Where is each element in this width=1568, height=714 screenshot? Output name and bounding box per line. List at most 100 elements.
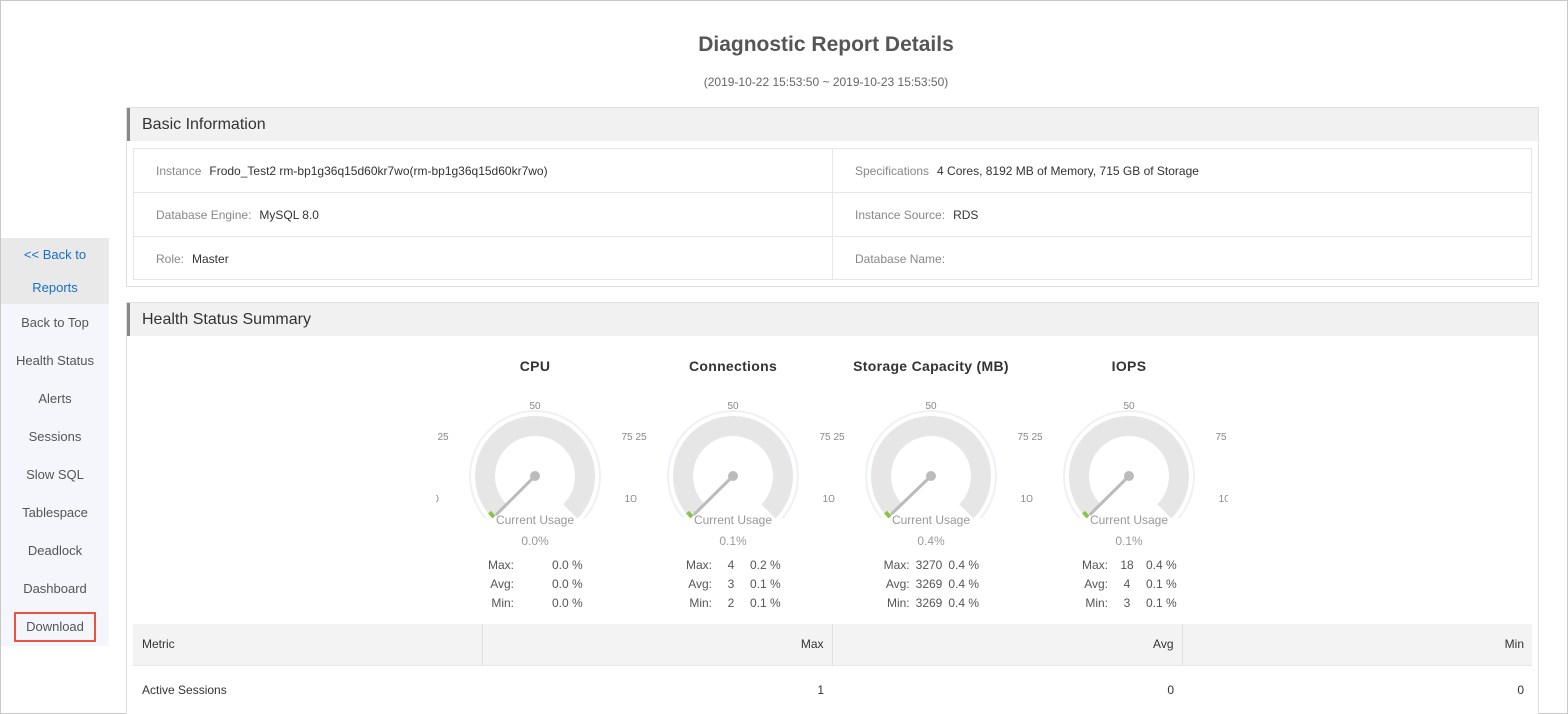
back-link-line2: Reports	[32, 280, 78, 295]
gauge-stat-max: Max: 0.0 %	[436, 556, 634, 575]
gauge-iops: IOPS Current Usage 0.1% Max: 18 0.4 % Avg:…	[1030, 358, 1228, 618]
column-header-min: Min	[1182, 624, 1532, 666]
metric-avg-cell: 0	[1167, 683, 1174, 698]
stat-label: Max:	[685, 558, 712, 572]
sidebar-item-alerts[interactable]: Alerts	[1, 380, 109, 418]
gauge-stats: Max: 18 0.4 % Avg: 4 0.1 % Min: 3 0.1 %	[1030, 556, 1228, 613]
stat-percent: 0.1 %	[1146, 596, 1177, 610]
metrics-table: Metric Max Avg Min Active Sessions 1 0 0	[133, 624, 1532, 714]
basic-information-grid: Instance Frodo_Test2 rm-bp1g36q15d60kr7wo…	[133, 148, 1532, 280]
health-status-header: Health Status Summary	[127, 303, 1538, 336]
report-time-range: (2019-10-22 15:53:50 ~ 2019-10-23 15:53:…	[703, 75, 949, 89]
gauge-hub	[728, 471, 738, 481]
gauge-stats: Max: 0.0 % Avg: 0.0 % Min: 0.0 %	[436, 556, 634, 613]
sidebar-item-back-to-top[interactable]: Back to Top	[1, 304, 109, 342]
specifications-label: Specifications	[855, 164, 930, 178]
role-field: Role: Master	[134, 237, 229, 281]
gauge-scale-label: 0	[832, 494, 835, 505]
stat-value	[520, 556, 546, 575]
gauge-connections: Connections Current Usage 0.1% Max: 4 0.2 …	[634, 358, 832, 618]
instance-label: Instance	[156, 164, 202, 178]
gauge-current-value: 0.4%	[917, 534, 945, 548]
metric-min-cell: 0	[1517, 683, 1524, 698]
role-value: Master	[192, 252, 229, 266]
gauge-needle	[495, 474, 537, 516]
back-to-reports-link[interactable]: << Back to Reports	[1, 238, 109, 304]
stat-value: 2	[727, 596, 735, 610]
role-label: Role:	[156, 252, 185, 266]
gauge-needle	[693, 474, 735, 516]
column-header-avg: Avg	[832, 624, 1183, 666]
gauge-scale-label: 100	[823, 494, 832, 505]
gauge-title: Connections	[688, 358, 778, 374]
table-header-row: Metric Max Avg Min	[133, 624, 1532, 666]
gauge-current-value: 0.0%	[521, 534, 549, 548]
stat-percent: 0.1 %	[1146, 577, 1177, 591]
stat-label: Min:	[1085, 596, 1108, 610]
gauge-band	[475, 415, 595, 518]
gauge-stats: Max: 4 0.2 % Avg: 3 0.1 % Min: 2 0.1 %	[634, 556, 832, 613]
stat-label: Min:	[886, 596, 910, 610]
sidebar-item-dashboard[interactable]: Dashboard	[1, 570, 109, 608]
gauge-dial: 0 25 50 75 100	[634, 401, 832, 518]
gauge-stat-min: Min: 0.0 %	[436, 594, 634, 613]
stat-value: 3269	[915, 577, 943, 591]
database-engine-label: Database Engine:	[156, 208, 252, 222]
gauge-stat-max: Max: 4 0.2 %	[634, 556, 832, 575]
sidebar-item-health-status[interactable]: Health Status	[1, 342, 109, 380]
gauge-stat-max: Max: 18 0.4 %	[1030, 556, 1228, 575]
stat-percent: 0.0 %	[552, 596, 583, 610]
gauge-scale-label: 25	[437, 432, 449, 443]
sidebar-item-tablespace[interactable]: Tablespace	[1, 494, 109, 532]
gauge-needle	[890, 474, 933, 515]
stat-label: Max:	[487, 558, 514, 572]
gauge-needle	[1089, 474, 1131, 516]
stat-label: Min:	[491, 596, 514, 610]
gauge-scale-label: 50	[1123, 401, 1135, 412]
gauge-scale-label: 25	[833, 432, 845, 443]
gauge-scale-label: 100	[625, 494, 634, 505]
metric-max-cell: 1	[817, 683, 824, 698]
gauge-scale-label: 25	[635, 432, 647, 443]
specifications-value: 4 Cores, 8192 MB of Memory, 715 GB of St…	[937, 164, 1199, 178]
stat-value: 3269	[915, 596, 943, 610]
sidebar-nav: << Back to Reports Back to Top Health St…	[1, 238, 109, 646]
stat-percent: 0.1 %	[750, 596, 781, 610]
stat-percent: 0.1 %	[750, 577, 781, 591]
gauge-scale-label: 75	[1017, 432, 1029, 443]
gauge-hub	[1124, 471, 1134, 481]
back-link-line1: << Back to	[23, 247, 87, 262]
page-title: Diagnostic Report Details	[698, 33, 954, 56]
specifications-field: Specifications 4 Cores, 8192 MB of Memory…	[833, 149, 1199, 193]
gauge-stat-min: Min: 2 0.1 %	[634, 594, 832, 613]
gauge-hub	[926, 471, 936, 481]
gauge-storage-capacity: Storage Capacity (MB) Current Usage 0.4%…	[832, 358, 1030, 618]
stat-label: Avg:	[885, 577, 910, 591]
gauge-scale-label: 75	[819, 432, 831, 443]
health-status-section: Health Status Summary CPU Current Usage …	[126, 302, 1539, 714]
gauge-dial: 0 25 50 75 100	[832, 401, 1030, 518]
gauge-scale-label: 25	[1031, 432, 1043, 443]
stat-value: 4	[727, 558, 735, 572]
sidebar-item-slow-sql[interactable]: Slow SQL	[1, 456, 109, 494]
sidebar-item-deadlock[interactable]: Deadlock	[1, 532, 109, 570]
stat-value	[520, 594, 546, 613]
basic-information-section: Basic Information Instance Frodo_Test2 rm…	[126, 107, 1539, 287]
gauge-scale-label: 0	[634, 494, 637, 505]
gauge-stats: Max: 3270 0.4 % Avg: 3269 0.4 % Min: 3269 0.4 …	[832, 556, 1030, 613]
gauge-stat-avg: Avg: 0.0 %	[436, 575, 634, 594]
gauge-current-value: 0.1%	[1115, 534, 1143, 548]
stat-label: Max:	[883, 558, 910, 572]
basic-information-header: Basic Information	[127, 108, 1538, 141]
gauge-stat-avg: Avg: 3269 0.4 %	[832, 575, 1030, 594]
gauge-scale-label: 0	[1030, 494, 1033, 505]
database-engine-value: MySQL 8.0	[259, 208, 319, 222]
sidebar-item-sessions[interactable]: Sessions	[1, 418, 109, 456]
stat-label: Avg:	[490, 577, 514, 591]
instance-source-label: Instance Source:	[855, 208, 946, 222]
download-button[interactable]: Download	[14, 612, 96, 642]
stat-label: Avg:	[688, 577, 712, 591]
stat-label: Min:	[689, 596, 712, 610]
gauge-scale-label: 100	[1219, 494, 1228, 505]
gauge-stat-min: Min: 3269 0.4 %	[832, 594, 1030, 613]
